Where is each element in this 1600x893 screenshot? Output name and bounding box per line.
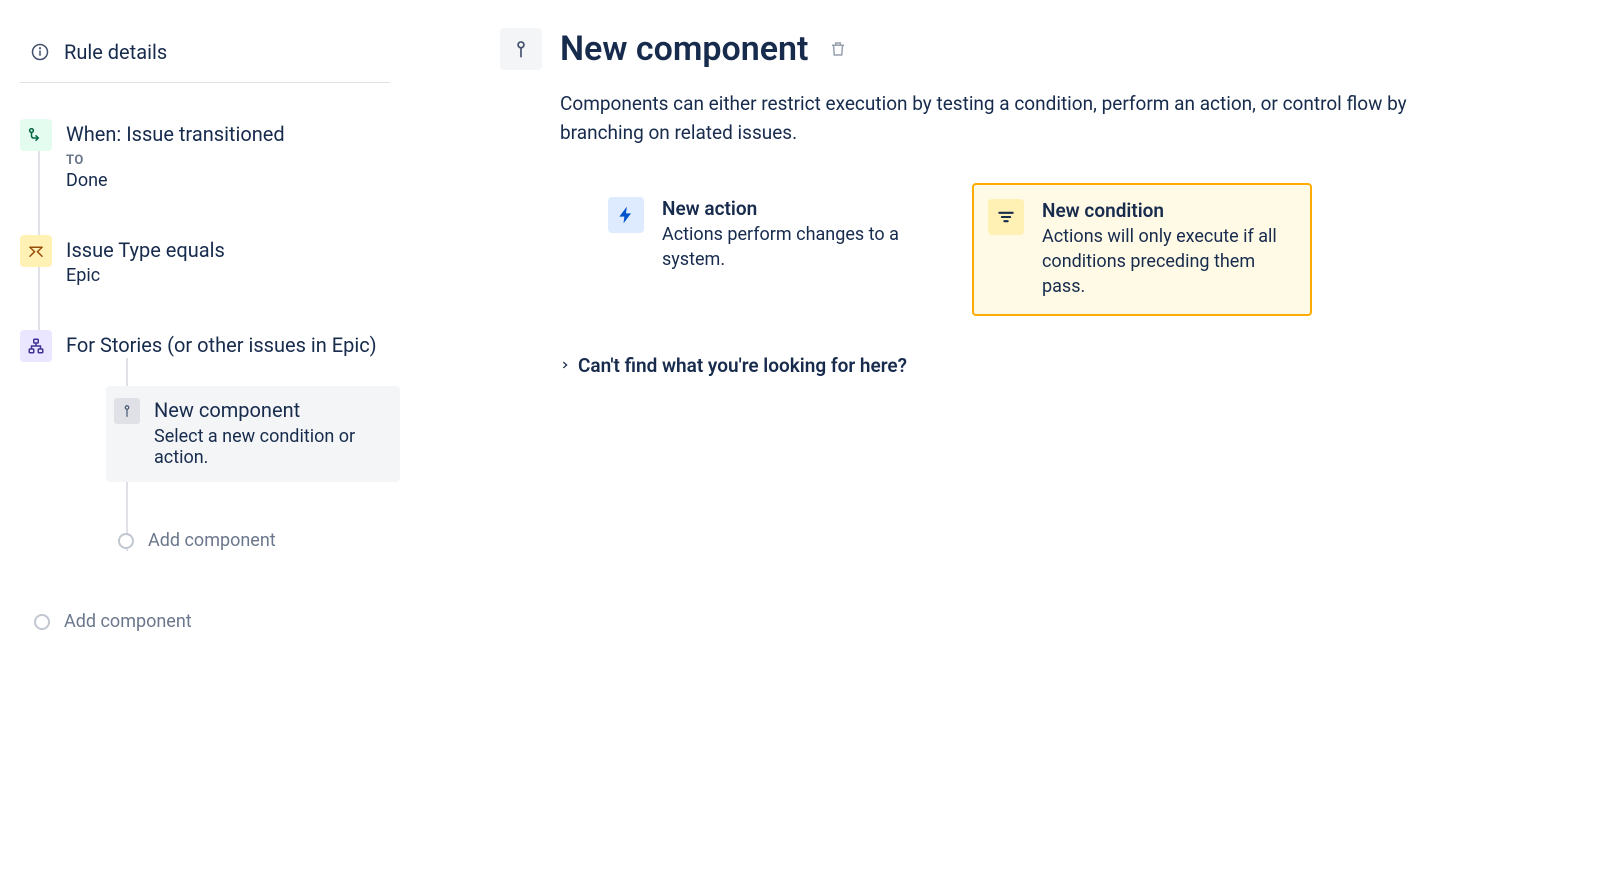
step-trigger-to-label: TO xyxy=(66,153,400,168)
step-condition[interactable]: Issue Type equals Epic xyxy=(20,231,400,326)
rule-add-component[interactable]: Add component xyxy=(34,611,400,632)
cant-find-toggle[interactable]: Can't find what you're looking for here? xyxy=(558,354,1450,377)
cant-find-label: Can't find what you're looking for here? xyxy=(578,354,907,377)
action-icon xyxy=(608,197,644,233)
info-icon xyxy=(30,42,50,62)
component-picker-panel: New component Components can either rest… xyxy=(400,0,1600,893)
component-type-cards: New action Actions perform changes to a … xyxy=(594,183,1450,316)
card-new-action-title: New action xyxy=(662,197,920,220)
rule-details-row[interactable]: Rule details xyxy=(20,40,390,83)
rule-timeline: When: Issue transitioned TO Done Issue T… xyxy=(20,115,400,551)
card-new-action[interactable]: New action Actions perform changes to a … xyxy=(594,183,934,316)
branch-new-component-title: New component xyxy=(154,398,386,422)
automation-rule-editor: Rule details When: Issue transitioned TO… xyxy=(0,0,1600,893)
branch-children: New component Select a new condition or … xyxy=(114,386,400,551)
component-icon xyxy=(500,28,542,70)
step-trigger-body: When: Issue transitioned TO Done xyxy=(66,119,400,191)
card-new-condition-title: New condition xyxy=(1042,199,1296,222)
branch-new-component[interactable]: New component Select a new condition or … xyxy=(106,386,400,482)
timeline-connector xyxy=(38,267,40,330)
rule-details-label: Rule details xyxy=(64,40,167,64)
card-new-condition-desc: Actions will only execute if all conditi… xyxy=(1042,224,1296,300)
step-branch[interactable]: For Stories (or other issues in Epic) Ne… xyxy=(20,326,400,551)
condition-filter-icon xyxy=(988,199,1024,235)
branch-add-component[interactable]: Add component xyxy=(118,530,400,551)
step-trigger[interactable]: When: Issue transitioned TO Done xyxy=(20,115,400,231)
step-condition-title: Issue Type equals xyxy=(66,237,400,263)
component-picker-header: New component xyxy=(500,28,1450,70)
branch-icon xyxy=(20,330,52,362)
rule-steps-sidebar: Rule details When: Issue transitioned TO… xyxy=(0,0,400,893)
card-new-action-desc: Actions perform changes to a system. xyxy=(662,222,920,272)
condition-icon xyxy=(20,235,52,267)
step-condition-value: Epic xyxy=(66,265,400,286)
card-new-condition-body: New condition Actions will only execute … xyxy=(1042,199,1296,300)
step-branch-title: For Stories (or other issues in Epic) xyxy=(66,332,400,358)
step-condition-body: Issue Type equals Epic xyxy=(66,235,400,286)
card-new-action-body: New action Actions perform changes to a … xyxy=(662,197,920,272)
add-circle-icon xyxy=(34,614,50,630)
component-icon xyxy=(114,398,140,424)
rule-add-component-label: Add component xyxy=(64,611,192,632)
timeline-connector xyxy=(38,151,40,235)
component-picker-title: New component xyxy=(560,29,808,69)
trash-icon xyxy=(829,40,847,58)
card-new-condition[interactable]: New condition Actions will only execute … xyxy=(972,183,1312,316)
branch-new-component-body: New component Select a new condition or … xyxy=(154,398,386,468)
step-branch-body: For Stories (or other issues in Epic) Ne… xyxy=(66,330,400,551)
branch-new-component-sub: Select a new condition or action. xyxy=(154,426,386,468)
add-circle-icon xyxy=(118,533,134,549)
branch-add-component-label: Add component xyxy=(148,530,276,551)
step-trigger-to-value: Done xyxy=(66,170,400,191)
chevron-right-icon xyxy=(558,358,572,372)
trigger-icon xyxy=(20,119,52,151)
delete-button[interactable] xyxy=(826,37,850,61)
component-picker-description: Components can either restrict execution… xyxy=(560,90,1450,147)
step-trigger-title: When: Issue transitioned xyxy=(66,121,400,147)
